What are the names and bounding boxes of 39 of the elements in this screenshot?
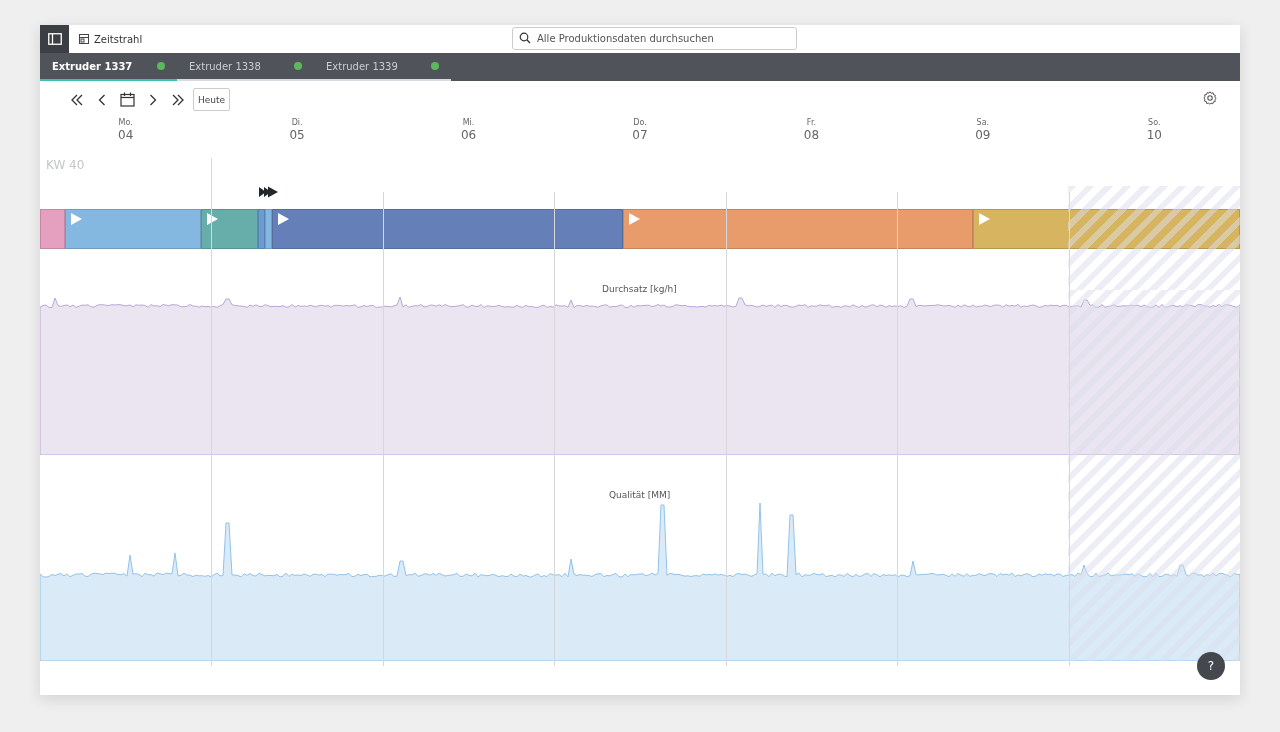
weekday-label: Di. (291, 118, 303, 128)
date-label: 04 (118, 128, 134, 142)
production-segment[interactable] (201, 209, 258, 249)
weekday-label: Do. (633, 118, 647, 128)
panel-icon (47, 33, 62, 45)
machine-tab[interactable]: Extruder 1338 (177, 53, 314, 81)
weekday-label: So. (1148, 118, 1161, 128)
weekday-label: Fr. (806, 118, 816, 128)
today-button[interactable]: Heute (193, 88, 231, 111)
calendar-icon[interactable] (120, 92, 135, 107)
search-field[interactable]: Alle Produktionsdaten durchsuchen (512, 27, 797, 50)
weekday-label: Sa. (976, 118, 990, 128)
week-label: KW 40 (46, 158, 85, 172)
date-label: 06 (460, 128, 477, 142)
help-button[interactable]: ? (1197, 652, 1225, 680)
chevron-left-icon[interactable] (98, 93, 106, 106)
settings-icon[interactable] (1203, 91, 1217, 105)
date-label: 10 (1146, 128, 1162, 142)
double-chevron-left-icon[interactable] (70, 93, 84, 106)
weekday-label: Mo. (118, 118, 133, 128)
date-label: 05 (289, 128, 305, 142)
view-title[interactable]: Zeitstrahl (94, 33, 143, 45)
chart-title: Durchsatz [kg/h] (602, 284, 677, 294)
date-label: 08 (803, 128, 820, 142)
date-label: 09 (975, 128, 991, 142)
play-icon (207, 213, 218, 225)
date-label: 07 (632, 128, 648, 142)
play-icon (979, 213, 990, 225)
timeline-icon (79, 34, 89, 44)
machine-tab[interactable]: Extruder 1337 (40, 53, 177, 81)
machine-tab[interactable]: Extruder 1339 (314, 53, 451, 81)
chevron-right-icon[interactable] (149, 93, 157, 106)
weekday-label: Mi. (462, 118, 475, 128)
sidebar-toggle-button[interactable] (40, 25, 69, 53)
play-icon (629, 213, 640, 225)
play-icon (71, 213, 82, 225)
double-chevron-right-icon[interactable] (171, 93, 185, 106)
chart-title: Qualität [MM] (609, 490, 671, 500)
play-icon (278, 213, 289, 225)
